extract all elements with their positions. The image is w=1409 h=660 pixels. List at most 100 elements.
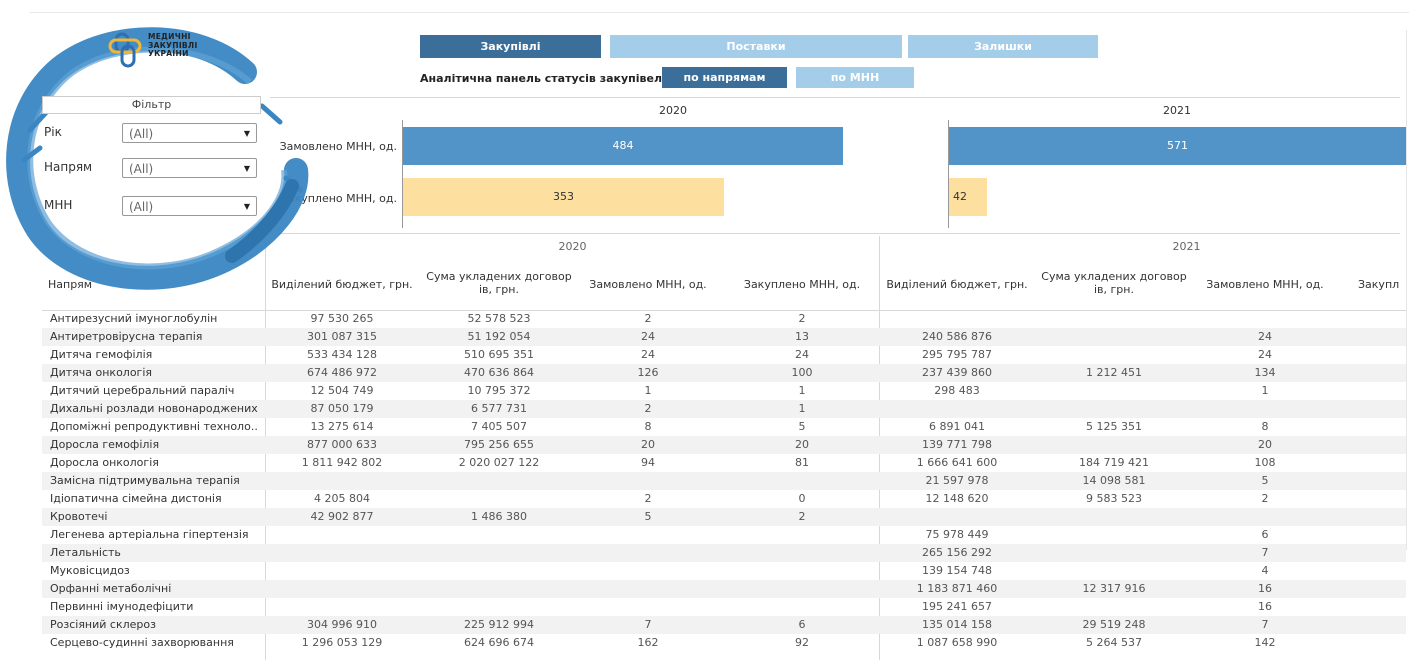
table-row[interactable]: Антиретровірусна терапія 301 087 315 51 19… bbox=[42, 328, 1406, 346]
cell-2020-col1: 6 577 731 bbox=[471, 402, 527, 415]
cell-2020-col1: 624 696 674 bbox=[464, 636, 534, 649]
cell-2020-col1 bbox=[420, 490, 578, 508]
cell-2020-col0: 4 205 804 bbox=[314, 492, 370, 505]
table-row[interactable]: Антирезусний імуноглобулін 97 530 265 52 5… bbox=[42, 310, 1406, 328]
cell-2021-col2: 20 bbox=[1258, 438, 1272, 451]
table-row[interactable]: Серцево-судинні захворювання 1 296 053 12… bbox=[42, 634, 1406, 652]
row-direction-name: Орфанні метаболічні bbox=[50, 582, 172, 595]
cell-2021-col0: 1 087 658 990 bbox=[916, 636, 998, 649]
row-direction-name: Розсіяний склероз bbox=[50, 618, 156, 631]
cell-2020-col3: 13 bbox=[795, 330, 809, 343]
tab-deliveries[interactable]: Поставки bbox=[610, 35, 902, 58]
cell-2020-col2: 162 bbox=[637, 636, 659, 649]
filter-label-year: Рік bbox=[44, 125, 62, 139]
cell-2021-col0: 195 241 657 bbox=[922, 600, 992, 613]
cell-2020-col0 bbox=[268, 472, 416, 490]
bar-2020-ordered: 484 bbox=[403, 127, 843, 165]
table-row[interactable]: Муковісцидоз 139 154 748 4 bbox=[42, 562, 1406, 580]
cell-2021-col0: 139 771 798 bbox=[922, 438, 992, 451]
table-row[interactable]: Дитячий церебральний параліч 12 504 749 10… bbox=[42, 382, 1406, 400]
cell-2020-col1: 470 636 864 bbox=[464, 366, 534, 379]
cell-2020-col0: 304 996 910 bbox=[307, 618, 377, 631]
tab-purchases[interactable]: Закупівлі bbox=[420, 35, 601, 58]
cell-2020-col2: 5 bbox=[644, 510, 652, 523]
by-direction-button[interactable]: по напрямам bbox=[662, 67, 787, 88]
cell-2020-col1: 51 192 054 bbox=[467, 330, 531, 343]
cell-2021-col2 bbox=[1195, 310, 1335, 328]
cell-2021-col0: 6 891 041 bbox=[929, 420, 985, 433]
cell-2021-col0 bbox=[883, 310, 1031, 328]
filter-title: Фільтр bbox=[42, 96, 261, 114]
table-row[interactable]: Ідіопатична сімейна дистонія 4 205 804 2 0 1… bbox=[42, 490, 1406, 508]
cell-2020-col0: 97 530 265 bbox=[310, 312, 374, 325]
cell-2021-col2: 16 bbox=[1258, 582, 1272, 595]
table-row[interactable]: Доросла онкологія 1 811 942 802 2 020 027 … bbox=[42, 454, 1406, 472]
bar-2021-ordered: 571 bbox=[949, 127, 1406, 165]
cell-2020-col1: 1 486 380 bbox=[471, 510, 527, 523]
table-row[interactable]: Орфанні метаболічні 1 183 871 460 12 317 9… bbox=[42, 580, 1406, 598]
cell-2021-col0: 139 154 748 bbox=[922, 564, 992, 577]
cell-2021-col0: 1 666 641 600 bbox=[916, 456, 998, 469]
table-row[interactable]: Летальність 265 156 292 7 bbox=[42, 544, 1406, 562]
cell-2021-col0: 240 586 876 bbox=[922, 330, 992, 343]
year-filter-select[interactable]: (All) ▼ bbox=[122, 123, 257, 143]
table-row[interactable]: Доросла гемофілія 877 000 633 795 256 655 2… bbox=[42, 436, 1406, 454]
table-row[interactable]: Допоміжні репродуктивні техноло.. 13 275 … bbox=[42, 418, 1406, 436]
column-header-contracts-2020[interactable]: Сума укладених договор ів, грн. bbox=[420, 270, 578, 296]
row-direction-name: Ідіопатична сімейна дистонія bbox=[50, 492, 222, 505]
inn-filter-select[interactable]: (All) ▼ bbox=[122, 196, 257, 216]
cell-2021-col2: 2 bbox=[1261, 492, 1269, 505]
cell-2020-col3: 0 bbox=[798, 492, 806, 505]
cell-2020-col3 bbox=[732, 526, 872, 544]
row-direction-name: Антирезусний імуноглобулін bbox=[50, 312, 218, 325]
cell-2020-col2: 2 bbox=[644, 492, 652, 505]
by-inn-button[interactable]: по МНН bbox=[796, 67, 914, 88]
table-row[interactable]: Дитяча онкологія 674 486 972 470 636 864 12… bbox=[42, 364, 1406, 382]
table-row[interactable]: Дихальні розлади новонароджених 87 050 17… bbox=[42, 400, 1406, 418]
cell-2020-col1 bbox=[420, 526, 578, 544]
cell-2020-col0: 674 486 972 bbox=[307, 366, 377, 379]
column-header-ordered-2020[interactable]: Замовлено МНН, од. bbox=[578, 278, 718, 291]
cell-2021-col2: 7 bbox=[1261, 546, 1269, 559]
cell-2021-col1: 12 317 916 bbox=[1082, 582, 1146, 595]
cell-2020-col3: 1 bbox=[798, 402, 806, 415]
cell-2021-col1 bbox=[1035, 310, 1193, 328]
table-row[interactable]: Дитяча гемофілія 533 434 128 510 695 351 24… bbox=[42, 346, 1406, 364]
cell-2020-col1 bbox=[420, 472, 578, 490]
cell-2020-col2 bbox=[578, 472, 718, 490]
cell-2020-col3: 92 bbox=[795, 636, 809, 649]
cell-2020-col3: 24 bbox=[795, 348, 809, 361]
row-direction-name: Доросла гемофілія bbox=[50, 438, 160, 451]
cell-2021-col1 bbox=[1035, 544, 1193, 562]
cell-2021-col2: 7 bbox=[1261, 618, 1269, 631]
row-direction-name: Первинні імунодефіцити bbox=[50, 600, 194, 613]
column-header-budget-2021[interactable]: Виділений бюджет, грн. bbox=[883, 278, 1031, 291]
cell-2020-col0: 87 050 179 bbox=[310, 402, 374, 415]
cell-2020-col0: 533 434 128 bbox=[307, 348, 377, 361]
direction-filter-select[interactable]: (All) ▼ bbox=[122, 158, 257, 178]
cell-2020-col0: 42 902 877 bbox=[310, 510, 374, 523]
tab-stocks[interactable]: Залишки bbox=[908, 35, 1098, 58]
column-header-ordered-2021[interactable]: Замовлено МНН, од. bbox=[1195, 278, 1335, 291]
column-header-purchased-2020[interactable]: Закуплено МНН, од. bbox=[732, 278, 872, 291]
table-row[interactable]: Легенева артеріальна гіпертензія 75 978 4… bbox=[42, 526, 1406, 544]
cell-2021-col1 bbox=[1035, 400, 1193, 418]
bar-2020-purchased: 353 bbox=[403, 178, 724, 216]
cell-2020-col2: 20 bbox=[641, 438, 655, 451]
row-direction-name: Допоміжні репродуктивні техноло.. bbox=[50, 420, 258, 433]
column-header-purchased-2021[interactable]: Закупл bbox=[1358, 278, 1406, 291]
table-row[interactable]: Кровотечі 42 902 877 1 486 380 5 2 bbox=[42, 508, 1406, 526]
cell-2021-col0: 298 483 bbox=[934, 384, 980, 397]
filter-label-direction: Напрям bbox=[44, 160, 93, 174]
cell-2020-col2 bbox=[578, 526, 718, 544]
chevron-down-icon: ▼ bbox=[243, 129, 250, 138]
cell-2021-col0 bbox=[883, 508, 1031, 526]
table-row[interactable]: Замісна підтримувальна терапія 21 597 978… bbox=[42, 472, 1406, 490]
cell-2021-col0: 1 183 871 460 bbox=[916, 582, 998, 595]
column-header-contracts-2021[interactable]: Сума укладених договор ів, грн. bbox=[1035, 270, 1193, 296]
cell-2020-col2 bbox=[578, 562, 718, 580]
table-row[interactable]: Розсіяний склероз 304 996 910 225 912 994 7… bbox=[42, 616, 1406, 634]
medical-purchases-logo-icon bbox=[108, 32, 142, 68]
cell-2021-col2 bbox=[1195, 400, 1335, 418]
table-row[interactable]: Первинні імунодефіцити 195 241 657 16 bbox=[42, 598, 1406, 616]
